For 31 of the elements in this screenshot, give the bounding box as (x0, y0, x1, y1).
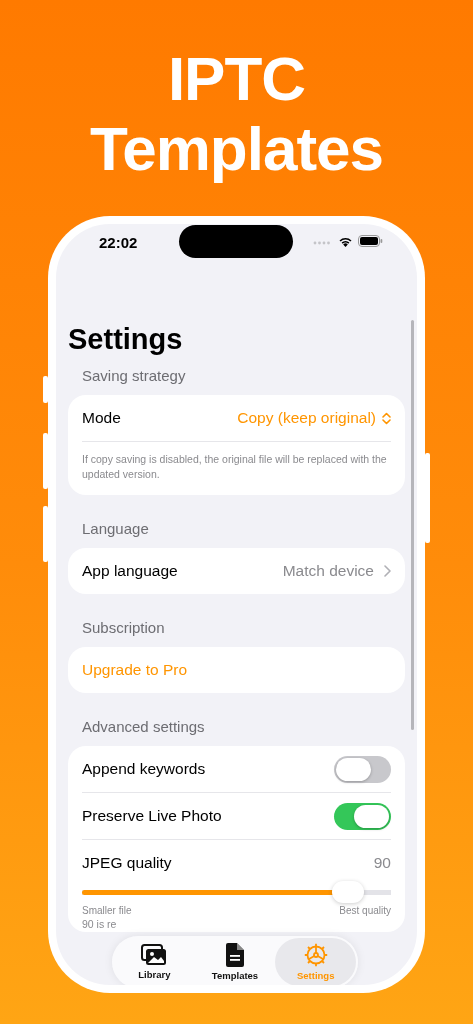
headline: IPTC (166, 44, 307, 114)
signal-icon (313, 240, 331, 245)
slider-reading: 90 (373, 854, 391, 872)
slider-thumb[interactable] (331, 881, 364, 903)
headline: Templates (88, 114, 385, 184)
row-label: JPEG quality (82, 854, 172, 872)
chevron-up-down-icon (382, 411, 391, 425)
row-label: Mode (82, 409, 121, 427)
section-header: Subscription (81, 618, 166, 638)
wifi-icon (338, 235, 353, 247)
language-row[interactable]: App language Match device (68, 548, 405, 594)
section-header: Advanced settings (81, 717, 206, 737)
footnote-text: If copy saving is disabled, the original file will be replaced with the updated version. (81, 452, 388, 482)
page-title: Settings (68, 322, 184, 356)
chevron-right-icon (384, 565, 391, 577)
section-header: Language (81, 519, 150, 539)
row-label: Preserve Live Photo (82, 807, 222, 825)
slider-min-label: Smaller file (82, 905, 132, 916)
toggle-switch[interactable] (334, 755, 391, 783)
photos-icon (141, 944, 168, 966)
tab-item[interactable]: Templates (194, 938, 276, 985)
status-time: 22:02 (99, 233, 138, 251)
battery-icon (358, 235, 383, 247)
gear-icon (303, 943, 328, 967)
tab-item[interactable]: Library (114, 938, 195, 985)
document-icon (226, 943, 244, 967)
section-header: Saving strategy (81, 366, 187, 386)
slider-note: 90 is re (81, 917, 118, 932)
toggle-switch[interactable] (334, 802, 391, 830)
slider-max-label: Best quality (339, 905, 391, 916)
row-label: Append keywords (82, 760, 206, 778)
